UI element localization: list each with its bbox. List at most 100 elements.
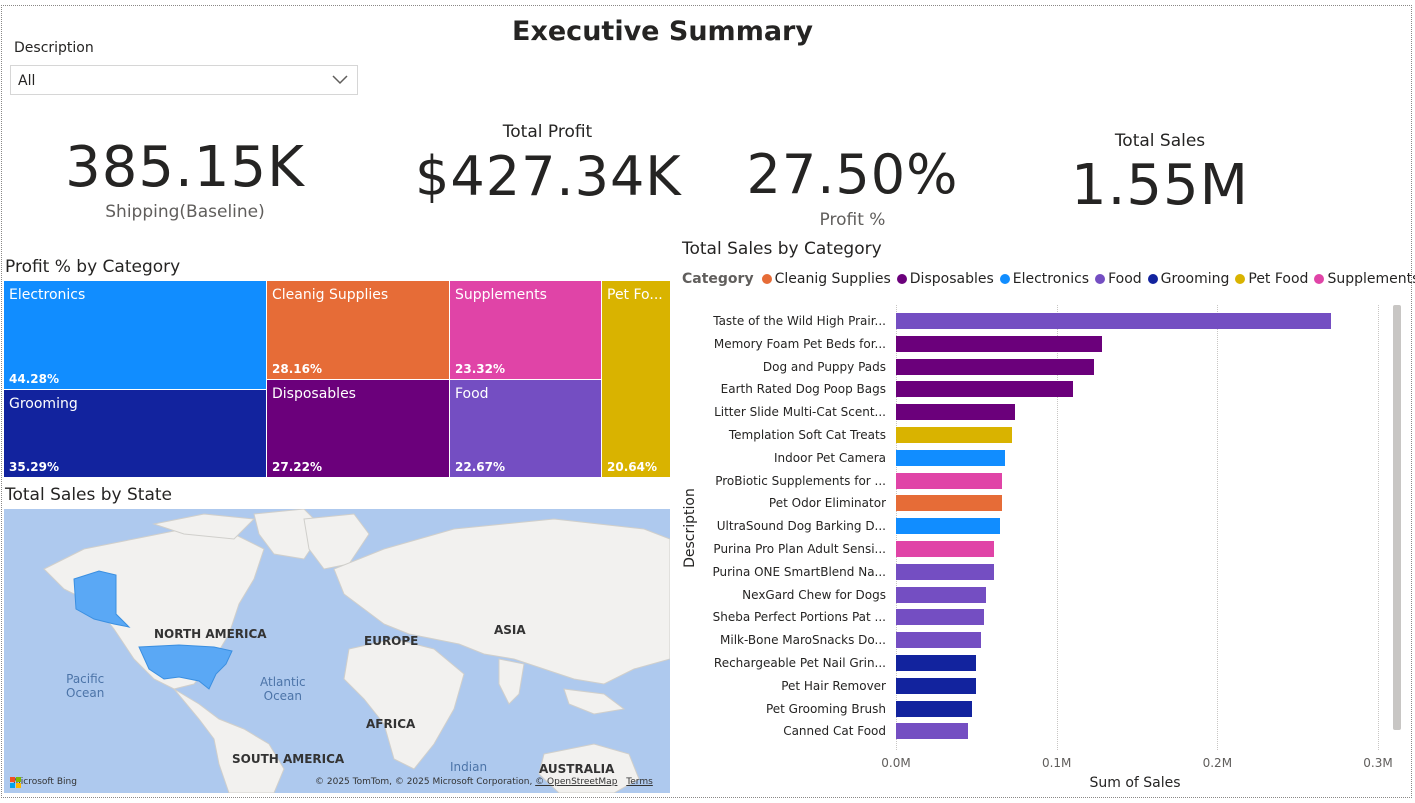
tile-name: Cleanig Supplies <box>272 287 389 303</box>
legend-label: Food <box>1108 271 1142 287</box>
legend-label: Disposables <box>909 271 994 287</box>
map-label-africa: AFRICA <box>366 717 416 731</box>
bar-category-label: Pet Odor Eliminator <box>768 496 886 511</box>
bar[interactable] <box>896 586 986 603</box>
bar[interactable] <box>896 541 994 557</box>
bar[interactable] <box>896 381 1073 398</box>
tile-value: 35.29% <box>9 460 59 474</box>
legend-item[interactable]: Supplements <box>1314 271 1415 287</box>
bar-chart-title: Total Sales by Category <box>682 239 882 259</box>
bar[interactable] <box>896 427 1012 443</box>
treemap-tile[interactable]: Pet Fo... 20.64% <box>602 281 670 477</box>
bar[interactable] <box>896 335 1102 352</box>
treemap-tile[interactable]: Electronics 44.28% <box>4 281 266 389</box>
map-label-asia: ASIA <box>494 623 526 637</box>
legend-item[interactable]: Electronics <box>999 271 1089 287</box>
legend-item[interactable]: Grooming <box>1147 271 1230 287</box>
x-tick-label: 0.0M <box>881 756 911 770</box>
bar-category-label: Taste of the Wild High Prair... <box>713 314 886 328</box>
map-label-atlantic: Atlantic Ocean <box>260 675 306 703</box>
bar-category-label: ProBiotic Supplements for ... <box>715 473 886 488</box>
legend-item[interactable]: Pet Food <box>1235 271 1308 287</box>
shipping-kpi-value: 385.15K <box>65 135 305 200</box>
legend-item[interactable]: Food <box>1095 271 1142 287</box>
ocean-name: Atlantic <box>260 675 306 689</box>
bar[interactable] <box>896 358 1094 375</box>
description-slicer-dropdown[interactable]: All <box>10 65 358 95</box>
terms-link[interactable]: Terms <box>626 777 653 787</box>
sales-kpi-value: 1.55M <box>1070 153 1249 218</box>
sales-kpi-title: Total Sales <box>1114 131 1206 151</box>
legend-label: Grooming <box>1160 271 1230 287</box>
legend-marker <box>1147 274 1158 284</box>
bar[interactable] <box>896 449 1006 466</box>
tile-name: Grooming <box>9 396 78 412</box>
x-tick-label: 0.2M <box>1202 756 1233 770</box>
bing-label: Microsoft Bing <box>13 777 77 787</box>
y-axis-label: Description <box>682 488 698 568</box>
tile-name: Electronics <box>9 287 86 303</box>
tile-name: Pet Fo... <box>607 287 663 303</box>
legend-title: Category <box>682 271 754 287</box>
map-label-indian: Indian <box>450 760 488 774</box>
bar-chart-legend: Category Cleanig Supplies Disposables Elec… <box>682 271 1415 287</box>
legend-item[interactable]: Cleanig Supplies <box>761 271 891 287</box>
treemap-tile[interactable]: Disposables 27.22% <box>267 380 449 477</box>
tile-value: 27.22% <box>272 460 322 474</box>
treemap-tile[interactable]: Cleanig Supplies 28.16% <box>267 281 449 379</box>
sales-by-state-map[interactable]: NORTH AMERICA EUROPE ASIA AFRICA SOUTH A… <box>4 509 670 793</box>
bar[interactable] <box>896 518 1001 535</box>
bar-category-label: Purina ONE SmartBlend Na... <box>712 564 886 579</box>
bar-category-label: Indoor Pet Camera <box>774 450 886 465</box>
shipping-kpi-label: Shipping(Baseline) <box>105 202 265 222</box>
legend-marker <box>1095 274 1106 284</box>
bar-category-label: Canned Cat Food <box>783 724 886 739</box>
bar[interactable] <box>896 313 1332 329</box>
bar-category-label: NexGard Chew for Dogs <box>742 587 886 602</box>
legend-marker <box>761 274 772 284</box>
bar-category-label: Milk-Bone MaroSnacks Do... <box>720 633 886 648</box>
bar[interactable] <box>896 563 994 580</box>
bar[interactable] <box>896 677 977 694</box>
map-label-australia: AUSTRALIA <box>539 762 615 776</box>
tile-value: 23.32% <box>455 362 505 376</box>
profit-kpi-title: Total Profit <box>502 122 593 142</box>
x-axis-label: Sum of Sales <box>1089 775 1181 791</box>
osm-link[interactable]: © OpenStreetMap <box>535 777 617 787</box>
treemap-tile[interactable]: Supplements 23.32% <box>450 281 601 379</box>
bar[interactable] <box>896 700 972 717</box>
bar-category-label: Pet Grooming Brush <box>765 701 886 716</box>
legend-label: Pet Food <box>1248 271 1309 287</box>
legend-label: Cleanig Supplies <box>774 271 891 287</box>
slicer-label: Description <box>14 40 94 56</box>
bar-category-label: Earth Rated Dog Poop Bags <box>720 382 886 397</box>
bar-category-label: Dog and Puppy Pads <box>762 359 886 374</box>
profit-pct-kpi-value: 27.50% <box>746 143 959 206</box>
profit-treemap: Electronics 44.28% Grooming 35.29% Clean… <box>4 281 670 477</box>
bar[interactable] <box>896 495 1003 512</box>
legend-marker <box>1314 274 1325 284</box>
bar[interactable] <box>896 404 1015 421</box>
map-title: Total Sales by State <box>5 485 173 505</box>
tile-value: 22.67% <box>455 460 505 474</box>
bar[interactable] <box>896 655 977 671</box>
legend-label: Supplements <box>1327 271 1415 287</box>
map-label-south-america: SOUTH AMERICA <box>232 752 345 766</box>
profit-kpi-value: $427.34K <box>415 145 682 208</box>
ocean-name: Ocean <box>263 689 303 703</box>
bar[interactable] <box>896 609 985 626</box>
treemap-tile[interactable]: Grooming 35.29% <box>4 390 266 477</box>
chevron-down-icon <box>332 75 348 85</box>
ocean-name: Ocean <box>66 686 105 700</box>
bar[interactable] <box>896 472 1003 489</box>
treemap-title: Profit % by Category <box>5 257 181 277</box>
bar[interactable] <box>896 723 969 740</box>
map-label-north-america: NORTH AMERICA <box>154 627 267 641</box>
bar[interactable] <box>896 632 982 649</box>
chart-scrollbar[interactable] <box>1393 305 1401 730</box>
treemap-tile[interactable]: Food 22.67% <box>450 380 601 477</box>
legend-item[interactable]: Disposables <box>896 271 994 287</box>
tile-value: 20.64% <box>607 460 657 474</box>
tile-name: Supplements <box>455 287 547 303</box>
map-label-pacific: Pacific Ocean <box>66 672 104 700</box>
